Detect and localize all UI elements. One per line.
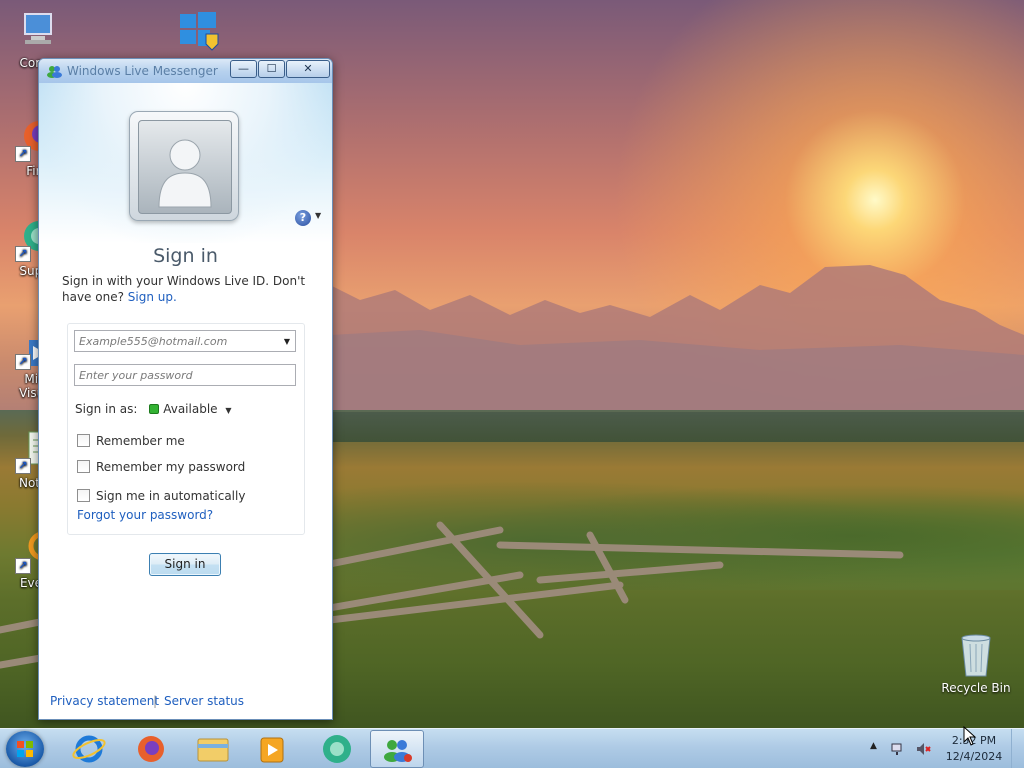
- email-placeholder: Example555@hotmail.com: [79, 335, 228, 348]
- remember-me-checkbox[interactable]: Remember me: [77, 434, 185, 448]
- messenger-window: Windows Live Messenger — ☐ ✕ ? ▼ Sign in…: [38, 58, 333, 720]
- help-icon[interactable]: ?: [295, 210, 311, 226]
- available-status-icon: [149, 404, 160, 414]
- remember-password-checkbox[interactable]: Remember my password: [77, 460, 245, 474]
- footer-divider: |: [153, 694, 158, 708]
- intro-text: Sign in with your Windows Live ID. Don't…: [62, 273, 317, 305]
- sign-in-automatically-checkbox[interactable]: Sign me in automatically: [77, 489, 245, 503]
- intro-text-body: Sign in with your Windows Live ID. Don't…: [62, 274, 306, 304]
- password-field[interactable]: Enter your password: [74, 364, 296, 386]
- taskbar-internet-explorer[interactable]: [62, 730, 116, 768]
- shortcut-arrow-icon: ↗: [15, 458, 31, 474]
- page-title: Sign in: [153, 245, 218, 267]
- recycle-bin-icon: [961, 634, 991, 677]
- desktop-icon-recycle-bin[interactable]: Recycle Bin: [940, 632, 1012, 695]
- minimize-button[interactable]: —: [230, 60, 257, 78]
- shortcut-arrow-icon: ↗: [15, 558, 31, 574]
- taskbar-messenger[interactable]: [370, 730, 424, 768]
- sign-in-form: Example555@hotmail.com ▼ Enter your pass…: [67, 323, 305, 535]
- chevron-down-icon: ▼: [225, 406, 232, 415]
- media-player-icon: [260, 737, 284, 763]
- close-button[interactable]: ✕: [286, 60, 330, 78]
- show-hidden-icons-button[interactable]: ▲: [870, 741, 877, 751]
- volume-muted-icon[interactable]: [915, 741, 931, 757]
- title-bar[interactable]: Windows Live Messenger — ☐ ✕: [39, 59, 332, 83]
- user-silhouette-icon: [158, 139, 212, 208]
- checkbox-label: Sign me in automatically: [96, 489, 246, 503]
- windows-shield-icon: [178, 8, 222, 52]
- start-button[interactable]: [6, 731, 44, 767]
- display-picture[interactable]: [129, 111, 239, 221]
- password-placeholder: Enter your password: [79, 369, 193, 382]
- checkbox-box[interactable]: [77, 489, 90, 502]
- sign-up-link[interactable]: Sign up.: [128, 290, 177, 304]
- clock-date: 12/4/2024: [945, 750, 1003, 763]
- windows-logo-icon: [17, 741, 33, 757]
- status-value: Available: [163, 402, 218, 416]
- email-field[interactable]: Example555@hotmail.com ▼: [74, 330, 296, 352]
- sign-in-status-row: Sign in as: Available ▼: [75, 402, 232, 416]
- app-icon: [323, 735, 351, 763]
- checkbox-label: Remember me: [96, 434, 185, 448]
- header-area: ? ▼: [39, 83, 332, 243]
- checkbox-box[interactable]: [77, 460, 90, 473]
- chevron-down-icon[interactable]: ▼: [315, 211, 321, 220]
- computer-icon: [15, 10, 59, 54]
- sign-in-as-label: Sign in as:: [75, 402, 138, 416]
- internet-explorer-icon: [72, 735, 106, 763]
- server-status-link[interactable]: Server status: [164, 694, 244, 708]
- file-explorer-icon: [197, 738, 229, 762]
- network-icon[interactable]: [890, 741, 906, 757]
- checkbox-label: Remember my password: [96, 460, 246, 474]
- status-selector[interactable]: Available ▼: [141, 402, 232, 416]
- show-desktop-button[interactable]: [1011, 729, 1024, 768]
- privacy-statement-link[interactable]: Privacy statement: [50, 694, 159, 708]
- window-title: Windows Live Messenger: [67, 64, 218, 78]
- treeline: [330, 412, 1024, 442]
- taskbar: ▲ 2:52 PM 12/4/2024: [0, 728, 1024, 768]
- forgot-password-link[interactable]: Forgot your password?: [77, 508, 213, 522]
- checkbox-box[interactable]: [77, 434, 90, 447]
- messenger-icon: [384, 740, 412, 762]
- chevron-down-icon[interactable]: ▼: [284, 331, 290, 353]
- taskbar-firefox[interactable]: [124, 730, 178, 768]
- maximize-button[interactable]: ☐: [258, 60, 285, 78]
- recycle-bin-label: Recycle Bin: [941, 681, 1011, 695]
- sign-in-button[interactable]: Sign in: [149, 553, 221, 576]
- shortcut-arrow-icon: ↗: [15, 146, 31, 162]
- firefox-icon: [138, 736, 164, 762]
- desktop-icon-windows-security[interactable]: [175, 8, 225, 54]
- taskbar-media-player[interactable]: [246, 730, 300, 768]
- shortcut-arrow-icon: ↗: [15, 246, 31, 262]
- window-footer: Privacy statement | Server status: [39, 685, 332, 719]
- shortcut-arrow-icon: ↗: [15, 354, 31, 370]
- taskbar-file-explorer[interactable]: [186, 730, 240, 768]
- taskbar-app[interactable]: [310, 730, 364, 768]
- messenger-icon: [46, 64, 62, 78]
